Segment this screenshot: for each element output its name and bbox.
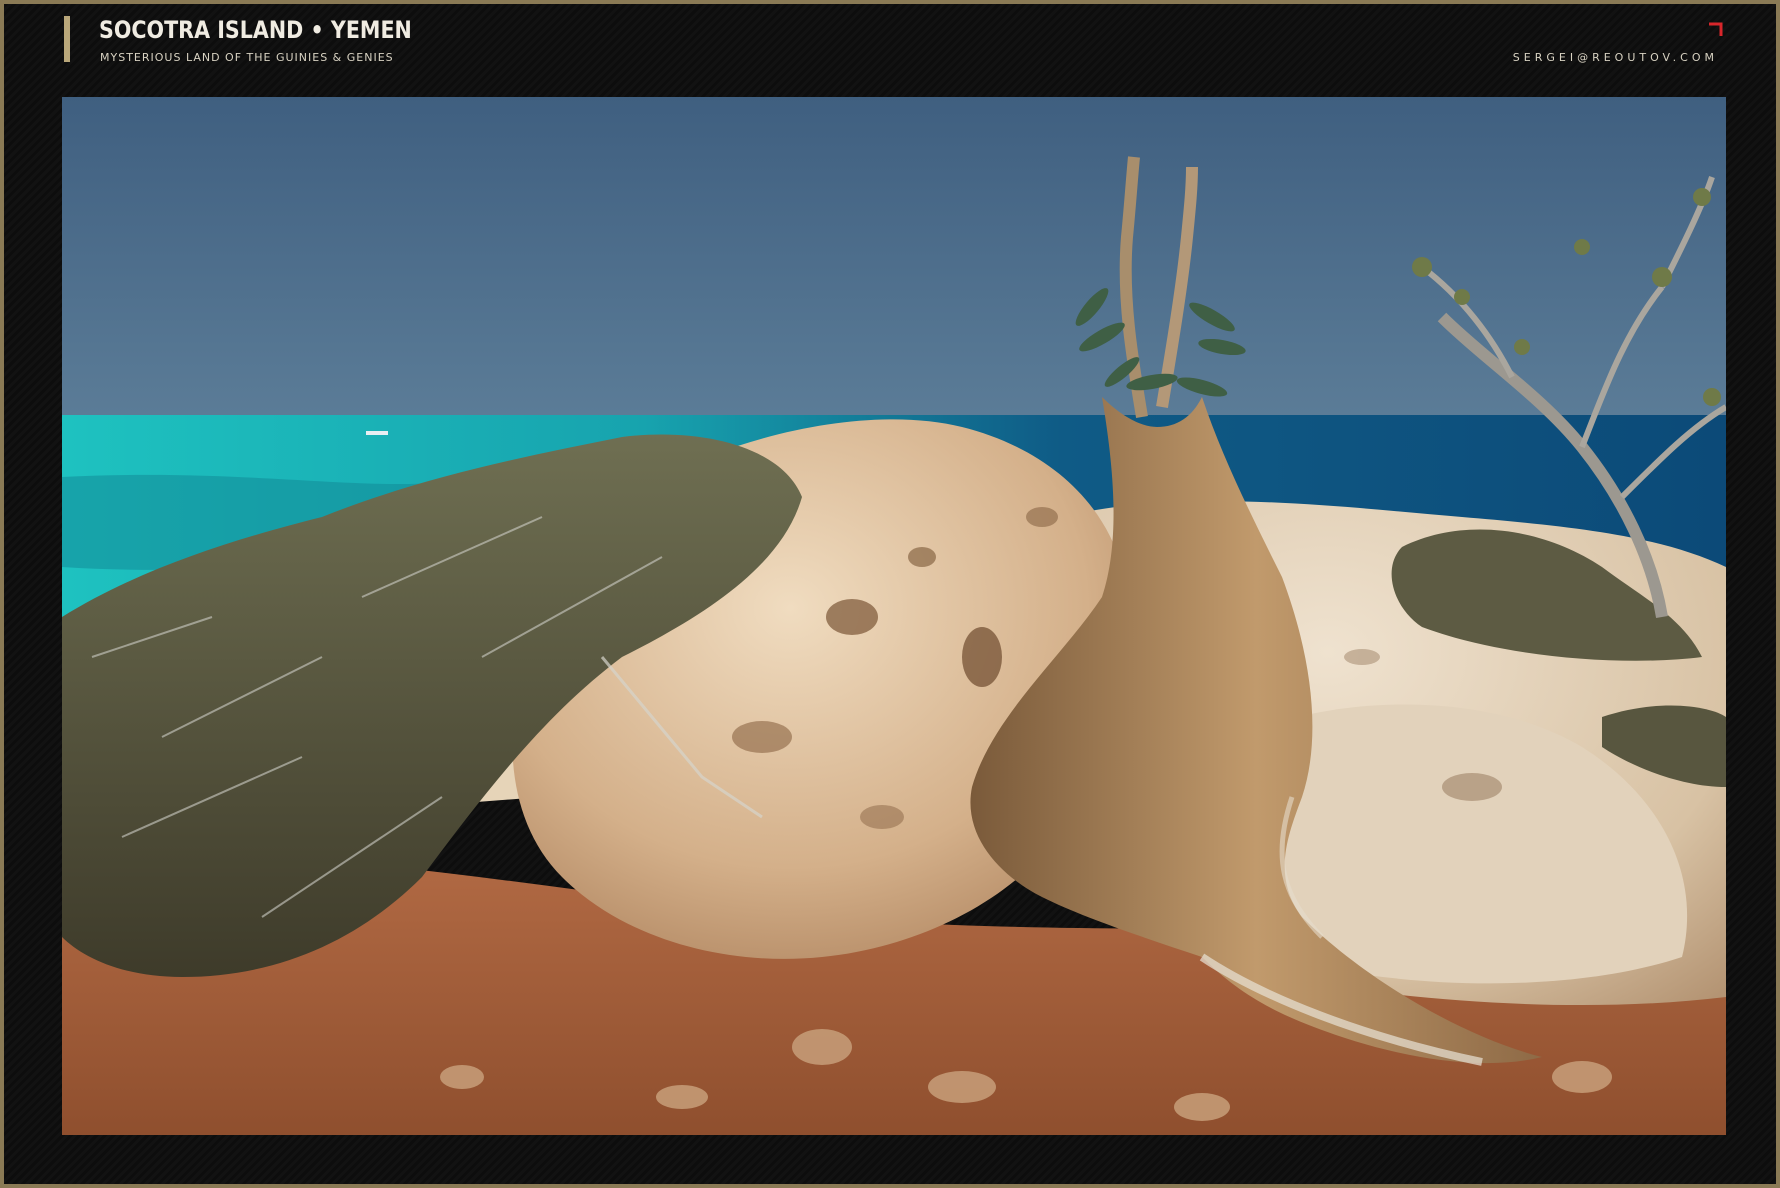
title-accent-bar [64,16,70,62]
corner-bracket-icon [1709,22,1723,36]
page-title: SOCOTRA ISLAND • YEMEN [99,16,412,44]
photo-illustration [62,97,1726,1135]
page-subtitle: MYSTERIOUS LAND OF THE GUINIES & GENIES [100,51,394,64]
page-frame: SOCOTRA ISLAND • YEMEN MYSTERIOUS LAND O… [0,0,1780,1188]
author-email[interactable]: SERGEI@REOUTOV.COM [1513,51,1718,64]
landscape-photo [62,97,1726,1135]
